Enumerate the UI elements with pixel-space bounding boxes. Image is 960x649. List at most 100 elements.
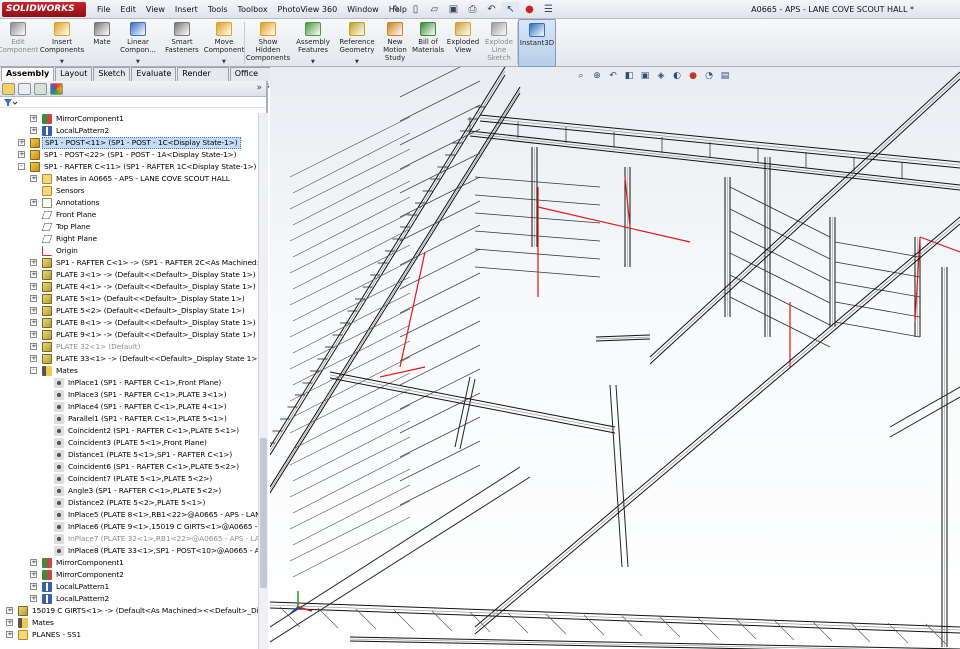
expand-icon[interactable]: + [30, 115, 37, 122]
section-view-icon[interactable]: ◧ [623, 70, 635, 82]
tree-node[interactable]: Top Plane [0, 221, 258, 233]
tree-node[interactable]: + Mates in A0665 - APS - LANE COVE SCOUT … [0, 173, 258, 185]
menu-photoview-360[interactable]: PhotoView 360 [273, 0, 343, 19]
pin-icon[interactable]: ✎ [388, 2, 405, 17]
tree-node[interactable]: - Mates [0, 365, 258, 377]
tree-node[interactable]: Right Plane [0, 233, 258, 245]
tree-node[interactable]: + PLATE 5<2> (Default<<Default>_Display S… [0, 305, 258, 317]
dropdown-arrow-icon[interactable]: ▼ [136, 58, 140, 66]
tree-node[interactable]: + PLATE 8<1> -> (Default<<Default>_Displa… [0, 317, 258, 329]
expand-icon[interactable]: + [30, 595, 37, 602]
tree-node[interactable]: Sensors [0, 185, 258, 197]
edit-appearance-icon[interactable]: ● [687, 70, 699, 82]
expand-icon[interactable]: + [30, 307, 37, 314]
expand-icon[interactable]: + [30, 571, 37, 578]
expand-icon[interactable]: + [30, 175, 37, 182]
collapse-icon[interactable]: - [18, 163, 25, 170]
tree-node[interactable]: +15019 C GIRTS<1> -> (Default<As Machine… [0, 605, 258, 617]
collapse-panel-icon[interactable]: » [256, 83, 262, 93]
tree-node[interactable]: + LocalLPattern1 [0, 581, 258, 593]
tree-node[interactable]: Distance2 (PLATE 5<2>,PLATE 5<1>) [0, 497, 258, 509]
tree-node[interactable]: InPlace1 (SP1 - RAFTER C<1>,Front Plane) [0, 377, 258, 389]
linear-component-button[interactable]: Linear Compon... ▼ [116, 19, 160, 67]
insert-components-button[interactable]: Insert Components ▼ [36, 19, 88, 67]
dropdown-arrow-icon[interactable]: ▼ [222, 58, 226, 66]
move-component-button[interactable]: Move Component ▼ [204, 19, 244, 67]
assembly-features-button[interactable]: Assembly Features ▼ [291, 19, 335, 67]
new-icon[interactable]: ▯ [407, 2, 424, 17]
tree-node[interactable]: + SP1 - RAFTER C<1> -> (SP1 - RAFTER 2C<A… [0, 257, 258, 269]
tree-node[interactable]: InPlace3 (SP1 - RAFTER C<1>,PLATE 3<1>) [0, 389, 258, 401]
tree-node[interactable]: + MirrorComponent1 [0, 557, 258, 569]
expand-icon[interactable]: + [30, 331, 37, 338]
tree-node[interactable]: + SP1 - POST<11> (SP1 - POST - 1C<Display… [0, 137, 258, 149]
tree-node[interactable]: + PLANES - SS1 [0, 629, 258, 641]
show-hidden-components-button[interactable]: Show Hidden Components [245, 19, 291, 67]
tree-node[interactable]: + LocalLPattern2 [0, 125, 258, 137]
tree-node[interactable]: + PLATE 4<1> -> (Default<<Default>_Displa… [0, 281, 258, 293]
tree-node[interactable]: Coincident7 (PLATE 5<1>,PLATE 5<2>) [0, 473, 258, 485]
expand-icon[interactable]: + [30, 271, 37, 278]
undo-icon[interactable]: ↶ [483, 2, 500, 17]
configuration-manager-icon[interactable] [34, 82, 47, 95]
display-style-icon[interactable]: ◈ [655, 70, 667, 82]
select-icon[interactable]: ↖ [502, 2, 519, 17]
tree-node[interactable]: Coincident3 (PLATE 5<1>,Front Plane) [0, 437, 258, 449]
tree-node[interactable]: + PLATE 9<1> -> (Default<<Default>_Displa… [0, 329, 258, 341]
tree-node[interactable]: Distance1 (PLATE 5<1>,SP1 - RAFTER C<1>) [0, 449, 258, 461]
expand-icon[interactable]: + [30, 319, 37, 326]
menu-view[interactable]: View [141, 0, 170, 19]
property-manager-icon[interactable] [18, 82, 31, 95]
save-icon[interactable]: ▣ [445, 2, 462, 17]
tree-node[interactable]: + PLATE 5<1> (Default<<Default>_Display S… [0, 293, 258, 305]
edit-component-button[interactable]: Edit Component [0, 19, 38, 67]
tree-node[interactable]: InPlace5 (PLATE 8<1>,RB1<22>@A0665 - APS… [0, 509, 258, 521]
zoom-area-icon[interactable]: ⊕ [591, 70, 603, 82]
expand-icon[interactable]: + [6, 619, 13, 626]
mate-button[interactable]: Mate [88, 19, 116, 67]
view-settings-icon[interactable]: ▤ [719, 70, 731, 82]
dropdown-arrow-icon[interactable]: ▼ [60, 58, 64, 66]
expand-icon[interactable]: + [30, 283, 37, 290]
smart-fasteners-button[interactable]: Smart Fasteners [160, 19, 204, 67]
apply-scene-icon[interactable]: ◔ [703, 70, 715, 82]
explode-line-sketch-button[interactable]: Explode Line Sketch [481, 19, 517, 67]
tab-layout[interactable]: Layout [55, 67, 93, 81]
tree-scrollbar[interactable] [258, 113, 268, 649]
tree-node[interactable]: + PLATE 32<1> (Default) [0, 341, 258, 353]
tree-node[interactable]: InPlace7 (PLATE 32<1>,RB1<22>@A0665 - AP… [0, 533, 258, 545]
expand-icon[interactable]: + [30, 295, 37, 302]
tree-node[interactable]: + PLATE 33<1> -> (Default<<Default>_Displ… [0, 353, 258, 365]
expand-icon[interactable]: + [18, 139, 25, 146]
menu-file[interactable]: File [92, 0, 115, 19]
tree-node[interactable]: + PLATE 3<1> -> (Default<<Default>_Displa… [0, 269, 258, 281]
menu-edit[interactable]: Edit [115, 0, 141, 19]
menu-toolbox[interactable]: Toolbox [233, 0, 273, 19]
tree-node[interactable]: + Mates [0, 617, 258, 629]
tab-sketch[interactable]: Sketch [93, 67, 131, 81]
collapse-icon[interactable]: - [30, 367, 37, 374]
feature-tree-icon[interactable] [2, 82, 15, 95]
previous-view-icon[interactable]: ↶ [607, 70, 619, 82]
tree-node[interactable]: Parallel1 (SP1 - RAFTER C<1>,PLATE 5<1>) [0, 413, 258, 425]
assembly-model-view[interactable] [270, 67, 960, 649]
menu-insert[interactable]: Insert [170, 0, 203, 19]
solidworks-logo[interactable]: SOLIDWORKS [2, 2, 86, 17]
expand-icon[interactable]: + [30, 355, 37, 362]
options-icon[interactable]: ☰ [540, 2, 557, 17]
tree-node[interactable]: - SP1 - RAFTER C<11> (SP1 - RAFTER 1C<Dis… [0, 161, 258, 173]
zoom-to-fit-icon[interactable]: ⌕ [575, 70, 587, 82]
rebuild-icon[interactable]: ● [521, 2, 538, 17]
dropdown-arrow-icon[interactable]: ▼ [355, 58, 359, 66]
hide-show-icon[interactable]: ◐ [671, 70, 683, 82]
expand-icon[interactable]: + [18, 151, 25, 158]
menu-tools[interactable]: Tools [203, 0, 233, 19]
tree-filter[interactable] [0, 97, 266, 108]
tree-node[interactable]: + MirrorComponent2 [0, 569, 258, 581]
tree-node[interactable]: Front Plane [0, 209, 258, 221]
instant3d-button[interactable]: Instant3D [518, 19, 556, 67]
tree-node[interactable]: Coincident6 (SP1 - RAFTER C<1>,PLATE 5<2… [0, 461, 258, 473]
tree-node[interactable]: Coincident2 (SP1 - RAFTER C<1>,PLATE 5<1… [0, 425, 258, 437]
expand-icon[interactable]: + [30, 343, 37, 350]
bill-of-materials-button[interactable]: Bill of Materials [411, 19, 445, 67]
